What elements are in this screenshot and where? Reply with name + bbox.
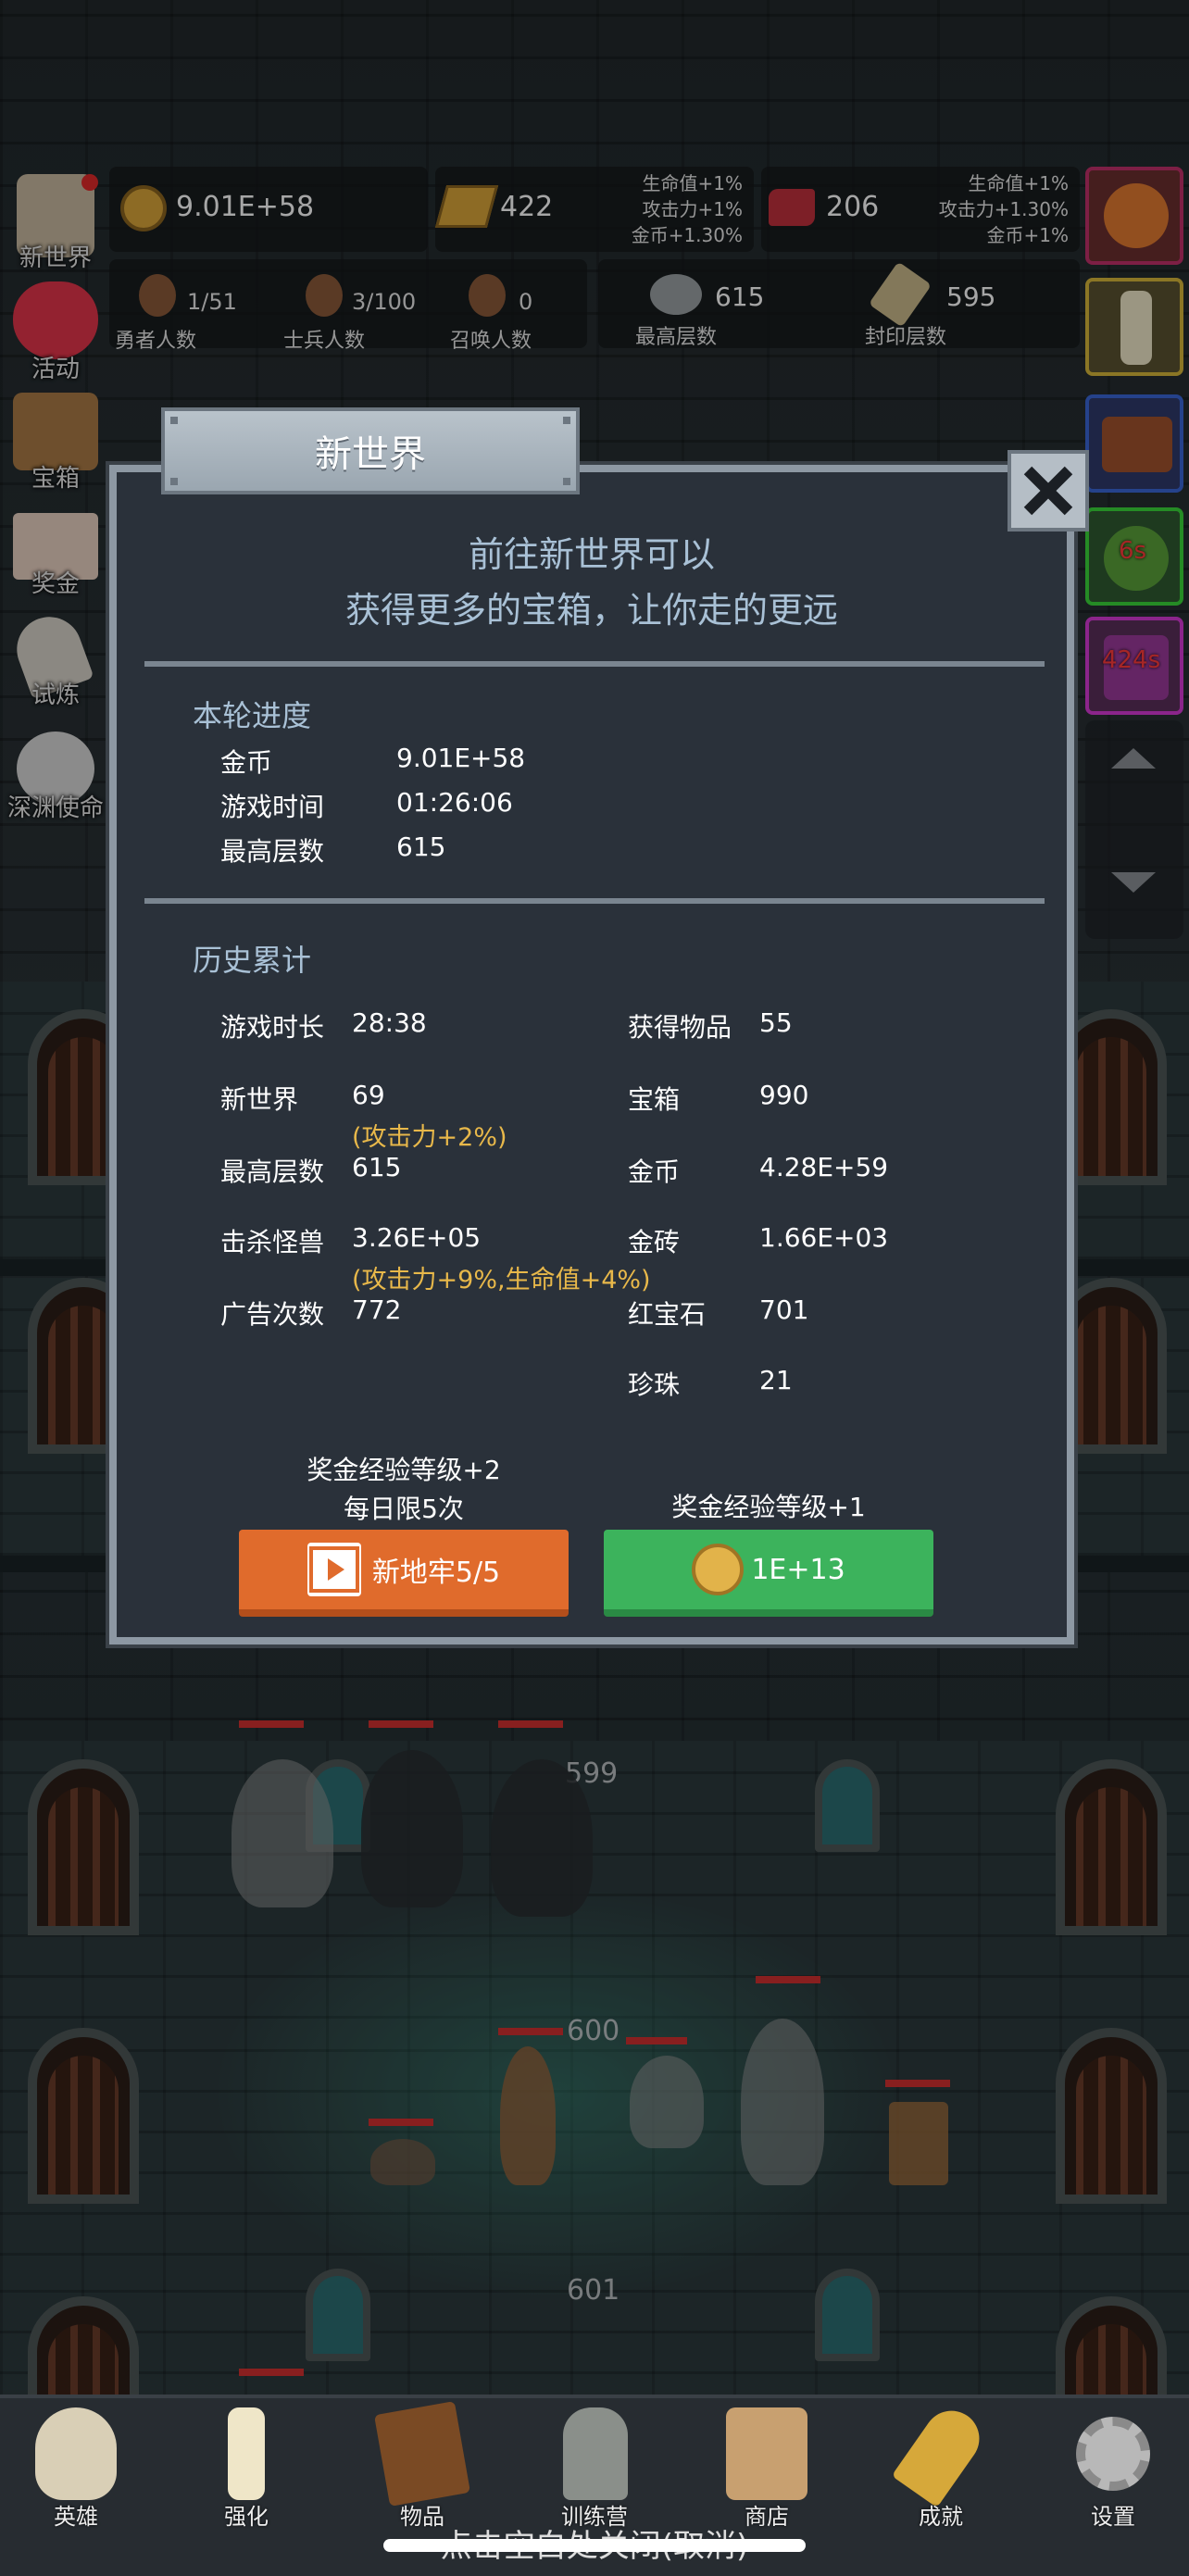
rivet	[563, 417, 570, 424]
new-dungeon-button-label: 新地牢5/5	[371, 1557, 501, 1589]
history-stat-label: 新世界	[220, 1084, 299, 1115]
history-stat-value: 28:38	[352, 1007, 427, 1038]
round-stat-label: 游戏时间	[220, 792, 325, 822]
rivet	[170, 417, 178, 424]
new-world-bonus: (攻击力+2%)	[352, 1123, 507, 1152]
history-stat-label: 击杀怪兽	[220, 1227, 325, 1257]
history-stat-value: 55	[759, 1007, 793, 1038]
skull-icon	[35, 2407, 117, 2500]
history-stat-label: 珍珠	[628, 1369, 681, 1400]
kill-bonus: (攻击力+9%,生命值+4%)	[352, 1266, 651, 1294]
new-dungeon-ad-button[interactable]: 新地牢5/5	[239, 1530, 569, 1617]
video-icon	[307, 1543, 361, 1596]
history-title: 历史累计	[193, 943, 312, 978]
section-divider	[144, 661, 1045, 667]
history-stat-value: 772	[352, 1294, 402, 1325]
intro-line-2: 获得更多的宝箱，让你走的更远	[344, 590, 838, 631]
left-button-caption-1: 奖金经验等级+2	[307, 1455, 501, 1485]
section-divider	[144, 898, 1045, 904]
round-stat-value: 01:26:06	[396, 787, 513, 818]
gold-coin-icon	[692, 1544, 745, 1595]
history-stat-label: 金币	[628, 1157, 681, 1187]
dialog-title-plate: 新世界	[161, 407, 580, 494]
history-stat-value: 990	[759, 1080, 809, 1110]
book-icon	[373, 2401, 471, 2507]
candle-icon	[228, 2407, 265, 2500]
right-button-caption: 奖金经验等级+1	[671, 1492, 866, 1522]
home-indicator[interactable]	[383, 2539, 806, 2552]
close-button[interactable]	[1008, 450, 1089, 531]
history-stat-label: 宝箱	[628, 1084, 681, 1115]
beer-mug-icon	[726, 2407, 807, 2500]
dialog-title: 新世界	[315, 433, 426, 476]
history-stat-value: 21	[759, 1365, 793, 1395]
history-stat-label: 游戏时长	[220, 1012, 325, 1043]
history-stat-label: 最高层数	[220, 1157, 325, 1187]
gear-icon	[1076, 2417, 1150, 2491]
history-stat-label: 获得物品	[628, 1012, 732, 1043]
round-stat-value: 9.01E+58	[396, 743, 526, 773]
round-stat-label: 金币	[220, 747, 273, 778]
round-stat-label: 最高层数	[220, 836, 325, 867]
history-stat-label: 金砖	[628, 1227, 681, 1257]
history-stat-value: 69	[352, 1080, 385, 1110]
history-stat-label: 广告次数	[220, 1299, 325, 1330]
history-stat-value: 701	[759, 1294, 809, 1325]
rivet	[563, 478, 570, 485]
key-icon	[891, 2399, 991, 2508]
history-stat-value: 3.26E+05	[352, 1222, 482, 1253]
round-progress-title: 本轮进度	[193, 698, 312, 733]
lantern-icon	[563, 2407, 628, 2500]
history-stat-value: 615	[352, 1152, 402, 1182]
rivet	[170, 478, 178, 485]
left-button-caption-2: 每日限5次	[344, 1494, 464, 1524]
intro-line-1: 前往新世界可以	[468, 534, 715, 575]
new-dungeon-coin-button[interactable]: 1E+13	[604, 1530, 933, 1617]
play-icon	[308, 1546, 359, 1593]
round-stat-value: 615	[396, 832, 446, 862]
close-icon	[1023, 466, 1073, 516]
history-stat-label: 红宝石	[628, 1299, 707, 1330]
history-stat-value: 4.28E+59	[759, 1152, 889, 1182]
coin-cost-label: 1E+13	[751, 1553, 845, 1586]
history-stat-value: 1.66E+03	[759, 1222, 889, 1253]
